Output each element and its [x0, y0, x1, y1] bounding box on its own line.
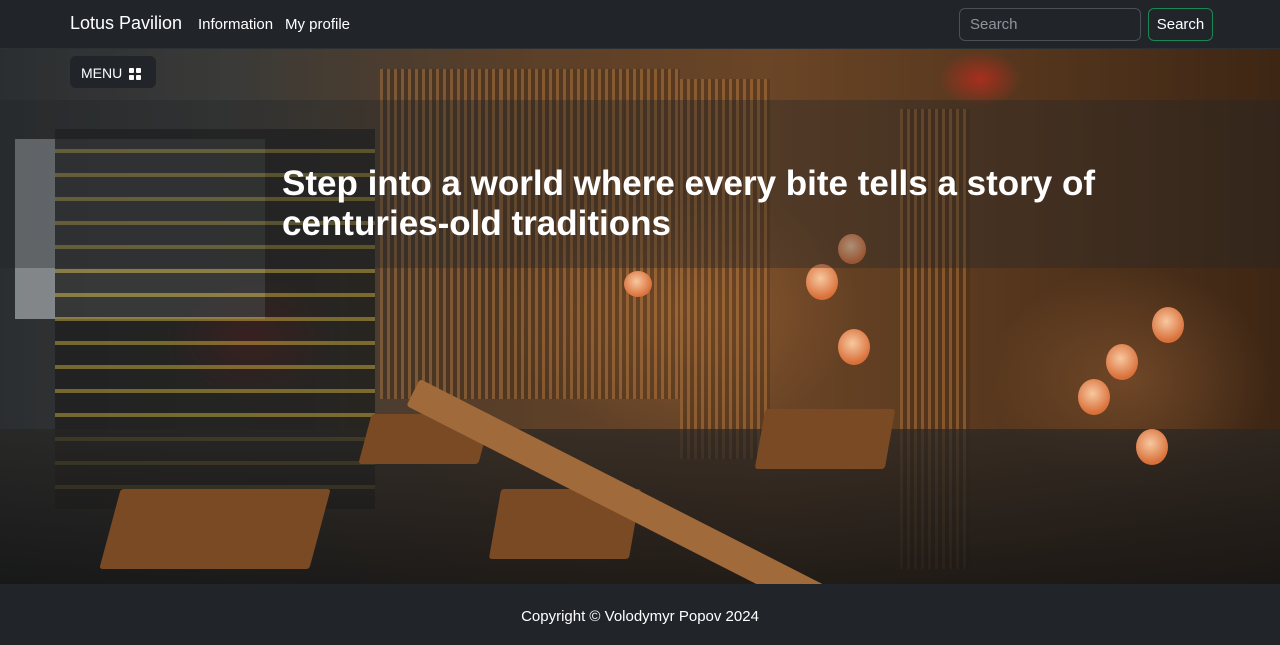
navbar: Lotus Pavilion Information My profile Se… [0, 0, 1280, 49]
nav-link-my-profile[interactable]: My profile [285, 16, 350, 33]
nav-link-information[interactable]: Information [198, 16, 273, 33]
hero-lamp [1078, 379, 1110, 415]
hero-lamp [1152, 307, 1184, 343]
brand-link[interactable]: Lotus Pavilion [70, 13, 182, 34]
hero-lamp [838, 329, 870, 365]
hero-table [754, 409, 896, 469]
hero-table [99, 489, 331, 569]
hero-lamp [806, 264, 838, 300]
menu-button[interactable]: MENU [70, 56, 156, 88]
hero-lamp [1136, 429, 1168, 465]
copyright-text: Copyright © Volodymyr Popov 2024 [521, 608, 759, 625]
menu-label: MENU [81, 65, 123, 81]
search-button[interactable]: Search [1148, 8, 1213, 41]
hero-lamp [1106, 344, 1138, 380]
footer: Copyright © Volodymyr Popov 2024 [0, 584, 1280, 645]
grid-icon [129, 68, 141, 80]
search-input[interactable] [959, 8, 1141, 41]
hero-lamp [624, 271, 652, 297]
hero-headline: Step into a world where every bite tells… [282, 164, 1095, 243]
